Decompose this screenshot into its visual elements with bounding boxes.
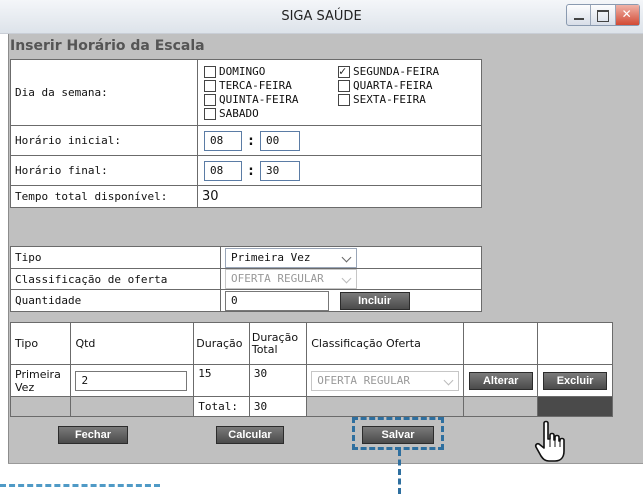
checkbox-icon[interactable]	[204, 79, 216, 92]
alterar-button[interactable]: Alterar	[468, 371, 533, 390]
classificacao-cell: OFERTA REGULAR	[220, 268, 482, 290]
day-terca[interactable]: TERCA-FEIRA	[204, 79, 338, 93]
results-table: Tipo Qtd Duração Duração Total Classific…	[9, 322, 613, 417]
row-classificacao-cell: OFERTA REGULAR	[306, 364, 465, 397]
row-tipo: Primeira Vez	[9, 364, 72, 397]
close-icon[interactable]	[615, 5, 639, 25]
table-row: Primeira Vez 2 15 30 OFERTA REGULAR Alte…	[9, 364, 613, 397]
callout-line	[398, 450, 401, 494]
hand-pointer-icon	[534, 420, 565, 462]
end-time: 08:30	[197, 155, 482, 186]
col-duracao: Duração	[193, 322, 250, 365]
window-title: SIGA SAÚDE	[281, 9, 362, 24]
col-duracao-total: Duração Total	[248, 322, 308, 365]
weekday-options: DOMINGO TERCA-FEIRA QUINTA-FEIRA SABADO …	[197, 59, 482, 126]
classificacao-label: Classificação de oferta	[10, 268, 221, 290]
checkbox-icon[interactable]	[204, 65, 216, 78]
total-time-label: Tempo total disponível:	[10, 185, 198, 208]
day-segunda[interactable]: SEGUNDA-FEIRA	[338, 64, 439, 79]
fechar-button[interactable]: Fechar	[58, 426, 128, 444]
end-hour-input[interactable]: 08	[204, 160, 242, 181]
incluir-button[interactable]: Incluir	[339, 291, 410, 310]
start-minute-input[interactable]: 00	[260, 130, 300, 151]
row-excluir-cell: Excluir	[537, 364, 613, 397]
offer-table: Tipo Primeira Vez Classificação de ofert…	[10, 246, 482, 312]
checkbox-icon[interactable]	[204, 93, 216, 106]
panel-footer	[8, 463, 643, 475]
chevron-down-icon	[341, 252, 352, 262]
day-quinta[interactable]: QUINTA-FEIRA	[204, 93, 338, 107]
day-sexta[interactable]: SEXTA-FEIRA	[338, 93, 439, 107]
start-hour-input[interactable]: 08	[204, 130, 242, 151]
page-title: Inserir Horário da Escala	[10, 38, 205, 54]
window: SIGA SAÚDE Inserir Horário da Escala Dia…	[0, 0, 643, 494]
start-time: 08:00	[197, 125, 482, 156]
maximize-icon[interactable]	[591, 5, 616, 25]
row-classificacao-select: OFERTA REGULAR	[311, 370, 460, 391]
row-duracao: 15	[193, 364, 250, 397]
start-time-label: Horário inicial:	[10, 125, 198, 156]
tipo-select[interactable]: Primeira Vez	[225, 247, 357, 268]
day-quarta[interactable]: QUARTA-FEIRA	[338, 79, 439, 93]
calcular-button[interactable]: Calcular	[216, 426, 284, 444]
quantidade-input[interactable]: 0	[225, 290, 329, 311]
checkbox-icon[interactable]	[204, 107, 216, 120]
schedule-table: Dia da semana: DOMINGO TERCA-FEIRA QUINT…	[10, 59, 482, 208]
row-qtd-input[interactable]: 2	[75, 370, 188, 391]
end-minute-input[interactable]: 30	[260, 160, 300, 181]
quantidade-label: Quantidade	[10, 289, 221, 312]
chevron-down-icon	[443, 375, 454, 385]
chevron-down-icon	[341, 273, 352, 284]
weekday-label: Dia da semana:	[10, 59, 198, 126]
checkbox-icon[interactable]	[338, 93, 350, 106]
total-time-value: 30	[197, 185, 482, 208]
salvar-highlight	[352, 417, 444, 450]
tipo-label: Tipo	[10, 246, 221, 269]
row-qtd-cell: 2	[70, 364, 195, 397]
table-total-value: 30	[248, 396, 308, 417]
col-qtd: Qtd	[70, 322, 195, 365]
table-total-label: Total:	[193, 396, 250, 417]
row-alterar-cell: Alterar	[463, 364, 539, 397]
tipo-cell: Primeira Vez	[220, 246, 482, 269]
day-sabado[interactable]: SABADO	[204, 107, 338, 121]
day-domingo[interactable]: DOMINGO	[204, 65, 338, 79]
col-classificacao: Classificação Oferta	[306, 322, 465, 365]
minimize-icon[interactable]	[567, 5, 592, 25]
quantidade-cell: 0 Incluir	[220, 289, 482, 312]
checkbox-icon[interactable]	[338, 79, 350, 92]
col-tipo: Tipo	[9, 322, 72, 365]
checkbox-checked-icon[interactable]	[338, 64, 350, 78]
callout-line-bottom	[0, 484, 160, 487]
row-duracao-total: 30	[248, 364, 308, 397]
window-controls	[566, 4, 640, 26]
classificacao-select: OFERTA REGULAR	[225, 269, 357, 289]
excluir-button[interactable]: Excluir	[543, 371, 608, 390]
end-time-label: Horário final:	[10, 155, 198, 186]
